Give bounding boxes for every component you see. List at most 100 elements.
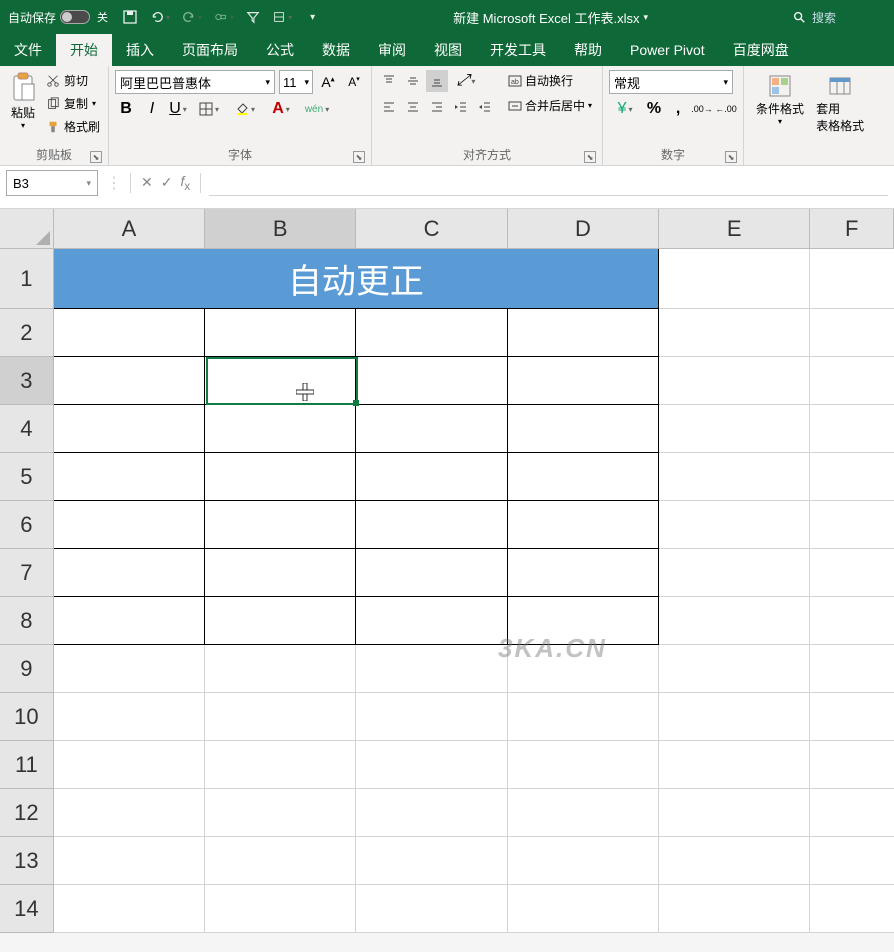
decrease-decimal-button[interactable]: ←.00 [715, 98, 737, 120]
cell-D3[interactable] [508, 357, 659, 405]
cell-B7[interactable] [205, 549, 356, 597]
cell-E12[interactable] [659, 789, 810, 837]
cell-D2[interactable] [508, 309, 659, 357]
tab-review[interactable]: 审阅 [364, 34, 420, 66]
cell-A8[interactable] [54, 597, 205, 645]
wrap-text-button[interactable]: ab 自动换行 [504, 70, 596, 91]
cell-C10[interactable] [356, 693, 507, 741]
save-icon[interactable] [122, 9, 138, 25]
paste-button[interactable]: 粘贴 ▾ [6, 70, 40, 132]
name-box[interactable]: B3 ▾ [6, 170, 98, 196]
name-box-dropdown-icon[interactable]: ▾ [86, 178, 91, 189]
fx-icon[interactable]: fx [180, 173, 190, 193]
row-header-6[interactable]: 6 [0, 501, 54, 549]
cell-E7[interactable] [659, 549, 810, 597]
cell-B6[interactable] [205, 501, 356, 549]
number-format-dropdown-icon[interactable]: ▾ [724, 77, 729, 88]
cell-A5[interactable] [54, 453, 205, 501]
tab-help[interactable]: 帮助 [560, 34, 616, 66]
alignment-launcher[interactable]: ⬊ [584, 151, 596, 163]
enter-icon[interactable]: ✓ [161, 174, 173, 191]
cell-E1[interactable] [659, 249, 810, 309]
tab-view[interactable]: 视图 [420, 34, 476, 66]
filename-dropdown-icon[interactable]: ▾ [643, 12, 648, 23]
cell-A4[interactable] [54, 405, 205, 453]
tab-developer[interactable]: 开发工具 [476, 34, 560, 66]
table-format-button[interactable]: 套用 表格格式 [810, 70, 870, 136]
worksheet-grid[interactable]: A B C D E F 1 自动更正 2 3 [0, 209, 894, 933]
row-header-10[interactable]: 10 [0, 693, 54, 741]
row-header-12[interactable]: 12 [0, 789, 54, 837]
cell-D14[interactable] [508, 885, 659, 933]
row-header-4[interactable]: 4 [0, 405, 54, 453]
fill-color-button[interactable] [229, 98, 261, 120]
align-center-button[interactable] [402, 96, 424, 118]
font-size-dropdown-icon[interactable]: ▾ [304, 77, 309, 88]
cell-F6[interactable] [810, 501, 894, 549]
col-header-E[interactable]: E [659, 209, 810, 249]
merge-button[interactable]: 合并后居中 ▾ [504, 95, 596, 116]
cell-F4[interactable] [810, 405, 894, 453]
qat-icon-2[interactable] [272, 10, 292, 24]
decrease-indent-button[interactable] [450, 96, 472, 118]
currency-button[interactable]: ¥ [609, 98, 641, 120]
cell-C11[interactable] [356, 741, 507, 789]
conditional-format-button[interactable]: 条件格式 ▾ [750, 70, 810, 128]
cell-D11[interactable] [508, 741, 659, 789]
row-header-8[interactable]: 8 [0, 597, 54, 645]
font-name-combo[interactable]: 阿里巴巴普惠体 ▾ [115, 70, 275, 94]
phonetic-button[interactable]: wén [301, 98, 333, 120]
row-header-13[interactable]: 13 [0, 837, 54, 885]
cell-F10[interactable] [810, 693, 894, 741]
cell-A12[interactable] [54, 789, 205, 837]
col-header-D[interactable]: D [508, 209, 659, 249]
font-name-dropdown-icon[interactable]: ▾ [265, 77, 270, 88]
cell-B14[interactable] [205, 885, 356, 933]
tab-powerpivot[interactable]: Power Pivot [616, 34, 719, 66]
cell-D10[interactable] [508, 693, 659, 741]
align-bottom-button[interactable] [426, 70, 448, 92]
cell-merged-title[interactable]: 自动更正 [54, 249, 659, 309]
tab-insert[interactable]: 插入 [112, 34, 168, 66]
percent-button[interactable]: % [643, 98, 665, 120]
tab-formulas[interactable]: 公式 [252, 34, 308, 66]
font-color-button[interactable]: A [265, 98, 297, 120]
cell-E14[interactable] [659, 885, 810, 933]
cut-button[interactable]: 剪切 [44, 70, 102, 91]
tab-home[interactable]: 开始 [56, 34, 112, 66]
col-header-F[interactable]: F [810, 209, 894, 249]
cell-B5[interactable] [205, 453, 356, 501]
font-launcher[interactable]: ⬊ [353, 151, 365, 163]
qat-icon-1[interactable] [214, 10, 234, 24]
row-header-2[interactable]: 2 [0, 309, 54, 357]
increase-font-button[interactable]: A▴ [317, 71, 339, 93]
cell-E4[interactable] [659, 405, 810, 453]
cell-C14[interactable] [356, 885, 507, 933]
row-header-14[interactable]: 14 [0, 885, 54, 933]
cell-C13[interactable] [356, 837, 507, 885]
cell-B12[interactable] [205, 789, 356, 837]
cell-C8[interactable] [356, 597, 507, 645]
number-format-combo[interactable]: 常规 ▾ [609, 70, 733, 94]
increase-indent-button[interactable] [474, 96, 496, 118]
italic-button[interactable]: I [141, 98, 163, 120]
cell-C5[interactable] [356, 453, 507, 501]
cell-F7[interactable] [810, 549, 894, 597]
col-header-C[interactable]: C [356, 209, 507, 249]
toggle-switch[interactable] [60, 10, 90, 24]
increase-decimal-button[interactable]: .00→ [691, 98, 713, 120]
cell-D6[interactable] [508, 501, 659, 549]
cell-C3[interactable] [356, 357, 507, 405]
number-launcher[interactable]: ⬊ [725, 151, 737, 163]
copy-button[interactable]: 复制 ▾ [44, 93, 102, 114]
filter-icon[interactable] [246, 10, 260, 24]
qat-more-icon[interactable]: ▾ [310, 12, 315, 23]
cell-A9[interactable] [54, 645, 205, 693]
row-header-5[interactable]: 5 [0, 453, 54, 501]
cell-B8[interactable] [205, 597, 356, 645]
undo-icon[interactable] [150, 10, 170, 24]
cell-E5[interactable] [659, 453, 810, 501]
cell-C6[interactable] [356, 501, 507, 549]
underline-button[interactable]: U [167, 98, 189, 120]
cell-C9[interactable] [356, 645, 507, 693]
